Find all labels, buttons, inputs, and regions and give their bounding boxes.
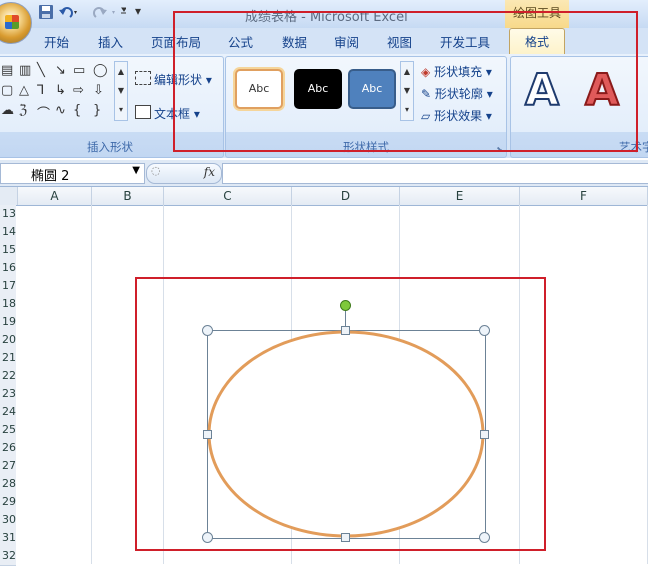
column-header-a[interactable]: A bbox=[18, 187, 92, 205]
row-header[interactable]: 21 bbox=[0, 349, 16, 368]
formula-input[interactable] bbox=[222, 163, 648, 184]
elbow-arrow-shape-icon[interactable]: ↳ bbox=[55, 83, 66, 98]
row-header[interactable]: 13 bbox=[0, 205, 16, 224]
column-header-c[interactable]: C bbox=[164, 187, 292, 205]
row-header[interactable]: 16 bbox=[0, 259, 16, 278]
row-header[interactable]: 27 bbox=[0, 457, 16, 476]
grid-line bbox=[91, 205, 92, 564]
row-header[interactable]: 18 bbox=[0, 295, 16, 314]
save-icon[interactable] bbox=[38, 4, 54, 22]
row-header[interactable]: 28 bbox=[0, 475, 16, 494]
arc-shape-icon[interactable]: ⌒ bbox=[37, 103, 50, 122]
name-box-dropdown-icon[interactable]: ▼ bbox=[132, 165, 140, 176]
row-header[interactable]: 32 bbox=[0, 547, 16, 566]
down-arrow-shape-icon[interactable]: ⇩ bbox=[93, 83, 104, 98]
triangle-shape-icon[interactable]: △ bbox=[19, 83, 29, 98]
row-header[interactable]: 20 bbox=[0, 331, 16, 350]
undo-icon[interactable] bbox=[58, 4, 80, 22]
right-brace-shape-icon[interactable]: } bbox=[93, 103, 101, 118]
row-header[interactable]: 15 bbox=[0, 241, 16, 260]
vertical-textbox-shape-icon[interactable]: ▥ bbox=[19, 63, 31, 78]
insert-function-icon[interactable]: fx bbox=[204, 165, 215, 179]
text-box-icon bbox=[135, 105, 151, 119]
line-shape-icon[interactable]: ╲ bbox=[37, 63, 45, 78]
customize-qat-icon[interactable]: ▾ bbox=[135, 4, 141, 18]
row-header[interactable]: 26 bbox=[0, 439, 16, 458]
column-header-b[interactable]: B bbox=[92, 187, 164, 205]
oval-shape-icon[interactable]: ◯ bbox=[93, 63, 108, 78]
left-brace-shape-icon[interactable]: { bbox=[73, 103, 81, 118]
column-header-row: A B C D E F bbox=[0, 187, 648, 206]
row-header[interactable]: 29 bbox=[0, 493, 16, 512]
column-header-e[interactable]: E bbox=[400, 187, 520, 205]
row-header[interactable]: 31 bbox=[0, 529, 16, 548]
redo-icon[interactable] bbox=[88, 4, 127, 22]
row-header[interactable]: 22 bbox=[0, 367, 16, 386]
row-header[interactable]: 19 bbox=[0, 313, 16, 332]
textbox-shape-icon[interactable]: ▤ bbox=[1, 63, 13, 78]
row-header[interactable]: 24 bbox=[0, 403, 16, 422]
elbow-connector-shape-icon[interactable]: ⅂ bbox=[37, 83, 44, 98]
name-box-value: 椭圆 2 bbox=[31, 169, 70, 184]
select-all-corner[interactable] bbox=[0, 187, 18, 205]
row-header[interactable]: 23 bbox=[0, 385, 16, 404]
freeform-shape-icon[interactable]: ℨ bbox=[19, 103, 27, 118]
formula-bar-handle-icon[interactable]: ◌ bbox=[151, 164, 161, 177]
column-header-d[interactable]: D bbox=[292, 187, 400, 205]
shape-gallery-scroll[interactable]: ▲ ▼ ▾ bbox=[114, 61, 128, 121]
tab-insert[interactable]: 插入 bbox=[98, 32, 123, 51]
office-logo-icon bbox=[5, 15, 19, 29]
curve-shape-icon[interactable]: ∿ bbox=[55, 103, 66, 118]
row-header[interactable]: 30 bbox=[0, 511, 16, 530]
highlight-box-shape bbox=[135, 277, 546, 551]
row-header[interactable]: 25 bbox=[0, 421, 16, 440]
row-header[interactable]: 14 bbox=[0, 223, 16, 242]
cloud-shape-icon[interactable]: ☁ bbox=[1, 103, 14, 118]
rounded-rect-shape-icon[interactable]: ▢ bbox=[1, 83, 13, 98]
edit-shape-icon bbox=[135, 71, 151, 85]
arrow-line-shape-icon[interactable]: ↘ bbox=[55, 63, 66, 78]
column-header-f[interactable]: F bbox=[520, 187, 648, 205]
name-box[interactable]: 椭圆 2 ▼ bbox=[0, 163, 145, 184]
right-arrow-shape-icon[interactable]: ⇨ bbox=[73, 83, 84, 98]
tab-home[interactable]: 开始 bbox=[44, 32, 69, 51]
formula-controls: ◌ fx bbox=[146, 163, 222, 184]
highlight-box-ribbon bbox=[173, 11, 638, 152]
rectangle-shape-icon[interactable]: ▭ bbox=[73, 63, 85, 78]
row-header[interactable]: 17 bbox=[0, 277, 16, 296]
